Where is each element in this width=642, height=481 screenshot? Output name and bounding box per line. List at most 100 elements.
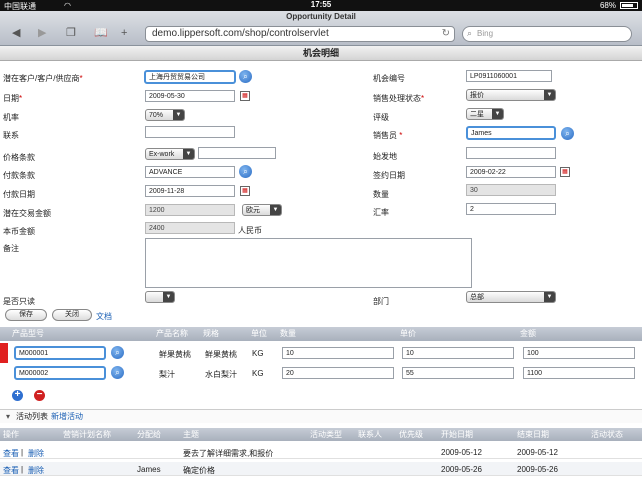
- table-row[interactable]: 查看 | 删除 要去了解详细需求,和报价 2009-05-12 2009-05-…: [0, 445, 642, 459]
- products-header: 产品型号 产品名称 规格 单位 数量 单价 金额: [0, 327, 642, 341]
- col-state: 活动状态: [591, 430, 623, 439]
- pay-date-input[interactable]: 2009-11-28: [145, 185, 235, 197]
- sales-state-label: 销售处理状态*: [373, 94, 425, 103]
- delete-link[interactable]: 删除: [28, 465, 44, 476]
- opp-no-label: 机会编号: [373, 74, 405, 83]
- rate-input[interactable]: 2: [466, 203, 556, 215]
- rating-label: 评级: [373, 113, 389, 122]
- minus-circle-icon[interactable]: −: [34, 390, 45, 401]
- deal-amount-input[interactable]: 1200: [145, 204, 235, 216]
- search-field[interactable]: ⌕ Bing: [462, 26, 632, 42]
- origin-label: 始发地: [373, 152, 397, 161]
- url-field[interactable]: demo.lippersoft.com/shop/controlservlet …: [145, 26, 455, 42]
- forward-icon[interactable]: ▶: [38, 28, 46, 39]
- activity-subject: 要去了解详细需求,和报价: [183, 449, 274, 458]
- bookmarks-icon[interactable]: 📖: [94, 28, 108, 39]
- activity-start: 2009-05-26: [441, 465, 482, 474]
- readonly-label: 是否只读: [3, 297, 35, 306]
- product-name: 鲜果黄桃: [159, 350, 191, 359]
- price-terms-text[interactable]: [198, 147, 276, 159]
- product-spec: 鲜果黄桃: [205, 350, 237, 359]
- delete-link[interactable]: 删除: [28, 448, 44, 459]
- payment-terms-label: 付款条款: [3, 171, 35, 180]
- origin-input[interactable]: [466, 147, 556, 159]
- local-currency-label: 人民币: [238, 226, 262, 235]
- amount-input[interactable]: 100: [523, 347, 635, 359]
- product-model-input[interactable]: M000002: [14, 366, 106, 380]
- col-op: 操作: [3, 430, 19, 439]
- price-terms-label: 价格条款: [3, 153, 35, 162]
- table-row[interactable]: M000001 ⌕ 鲜果黄桃 鲜果黄桃 KG 10 10 100: [0, 343, 642, 363]
- col-price: 单价: [400, 329, 416, 338]
- chevron-down-icon: ▼: [183, 149, 194, 159]
- view-link[interactable]: 查看: [3, 465, 19, 476]
- row-marker: [0, 343, 8, 363]
- search-placeholder: Bing: [477, 29, 494, 38]
- collapse-icon[interactable]: ▾: [6, 410, 10, 423]
- product-unit: KG: [252, 349, 264, 358]
- product-lookup-icon[interactable]: ⌕: [111, 346, 124, 359]
- calendar-icon[interactable]: ▦: [560, 167, 570, 177]
- table-row[interactable]: 查看 | 删除 James 确定价格 2009-05-26 2009-05-26: [0, 462, 642, 476]
- page-title: 机会明细: [0, 46, 642, 61]
- calendar-icon[interactable]: ▦: [240, 91, 250, 101]
- remark-textarea[interactable]: [145, 238, 472, 288]
- customer-lookup-icon[interactable]: ⌕: [239, 70, 252, 83]
- probability-select[interactable]: 70% ▼: [145, 109, 185, 121]
- amount-input[interactable]: 1100: [523, 367, 635, 379]
- price-terms-select[interactable]: Ex-work ▼: [145, 148, 195, 160]
- qty-input[interactable]: 10: [282, 347, 394, 359]
- activity-subject: 确定价格: [183, 466, 215, 475]
- payment-terms-input[interactable]: ADVANCE: [145, 166, 235, 178]
- browser-title: Opportunity Detail: [286, 12, 356, 21]
- save-button[interactable]: 保存: [5, 309, 47, 321]
- col-name: 产品名称: [156, 329, 188, 338]
- pages-icon[interactable]: ❐: [66, 28, 76, 39]
- battery-percent: 68%: [599, 1, 616, 10]
- opp-no-input[interactable]: LP0911060001: [466, 70, 552, 82]
- status-bar: 中国联通 ◠ 17:55 68%: [0, 0, 642, 11]
- contact-input[interactable]: [145, 126, 235, 138]
- url-text: demo.lippersoft.com/shop/controlservlet: [152, 28, 329, 39]
- local-amount-input: 2400: [145, 222, 235, 234]
- col-model: 产品型号: [12, 329, 44, 338]
- plus-circle-icon[interactable]: +: [12, 390, 23, 401]
- activities-bar: ▾ 活动列表 新增活动: [0, 409, 642, 423]
- add-bookmark-icon[interactable]: +: [121, 28, 127, 39]
- activity-start: 2009-05-12: [441, 448, 482, 457]
- battery-icon: [620, 2, 638, 9]
- salesman-lookup-icon[interactable]: ⌕: [561, 127, 574, 140]
- qty-input[interactable]: 20: [282, 367, 394, 379]
- calendar-icon[interactable]: ▦: [240, 186, 250, 196]
- close-button[interactable]: 关闭: [52, 309, 92, 321]
- payment-lookup-icon[interactable]: ⌕: [239, 165, 252, 178]
- sales-state-select[interactable]: 报价 ▼: [466, 89, 556, 101]
- new-activity-link[interactable]: 新增活动: [51, 410, 83, 423]
- product-model-input[interactable]: M000001: [14, 346, 106, 360]
- col-type: 活动类型: [310, 430, 342, 439]
- pay-date-label: 付款日期: [3, 190, 35, 199]
- activity-assign: James: [137, 465, 161, 474]
- currency-select[interactable]: 欧元 ▼: [242, 204, 282, 216]
- readonly-select[interactable]: ▼: [145, 291, 175, 303]
- chevron-down-icon: ▼: [270, 205, 281, 215]
- dept-select[interactable]: 总部 ▼: [466, 291, 556, 303]
- back-icon[interactable]: ◀: [12, 28, 20, 39]
- table-row[interactable]: M000002 ⌕ 梨汁 水白梨汁 KG 20 55 1100: [0, 363, 642, 383]
- date-input[interactable]: 2009-05-30: [145, 90, 235, 102]
- local-amount-label: 本币金额: [3, 227, 35, 236]
- price-input[interactable]: 55: [402, 367, 514, 379]
- col-assign: 分配给: [137, 430, 161, 439]
- sign-date-input[interactable]: 2009-02-22: [466, 166, 556, 178]
- view-link[interactable]: 查看: [3, 448, 19, 459]
- price-input[interactable]: 10: [402, 347, 514, 359]
- chevron-down-icon: ▼: [163, 292, 174, 302]
- customer-input[interactable]: 上海丹贸贸易公司: [144, 70, 236, 84]
- rating-select[interactable]: 二星 ▼: [466, 108, 504, 120]
- product-lookup-icon[interactable]: ⌕: [111, 366, 124, 379]
- salesman-input[interactable]: James: [466, 126, 556, 140]
- col-priority: 优先级: [399, 430, 423, 439]
- reload-icon[interactable]: ↻: [442, 28, 450, 39]
- date-label: 日期*: [3, 94, 23, 103]
- doc-link[interactable]: 文档: [96, 311, 112, 322]
